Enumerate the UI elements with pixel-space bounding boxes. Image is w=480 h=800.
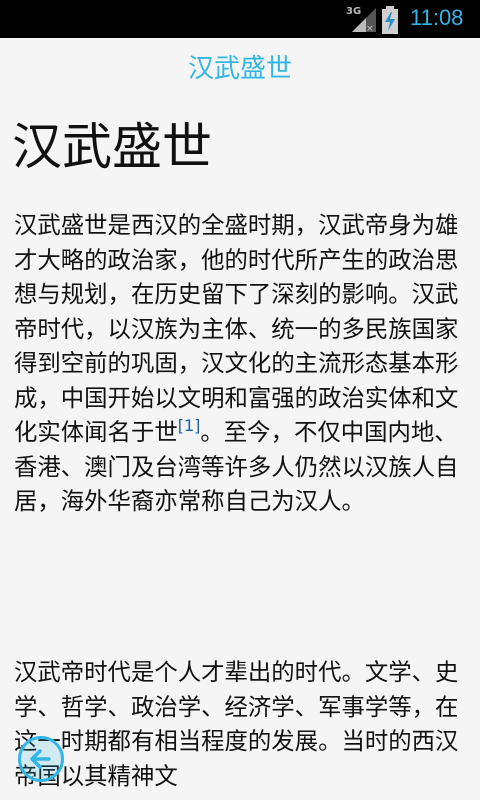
article-paragraph: 汉武帝时代是个人才辈出的时代。文学、史学、哲学、政治学、经济学、军事学等，在这一… (14, 658, 459, 790)
article-title: 汉武盛世 (12, 118, 212, 176)
svg-text:×: × (366, 24, 374, 32)
clock: 11:08 (410, 5, 464, 30)
paragraph-text: 汉武盛世是西汉的全盛时期，汉武帝身为雄才大略的政治家，他的时代所产生的政治思想与… (14, 211, 459, 446)
back-arrow-icon (30, 749, 51, 769)
citation-link[interactable]: [1] (178, 416, 201, 435)
header-title: 汉武盛世 (187, 54, 292, 84)
battery-charging-icon (382, 6, 398, 34)
back-button[interactable] (18, 736, 64, 782)
status-bar: 3G × 11:08 (0, 0, 480, 38)
signal-icon: × (352, 8, 376, 32)
article-paragraph: 汉武盛世是西汉的全盛时期，汉武帝身为雄才大略的政治家，他的时代所产生的政治思想与… (14, 208, 468, 519)
